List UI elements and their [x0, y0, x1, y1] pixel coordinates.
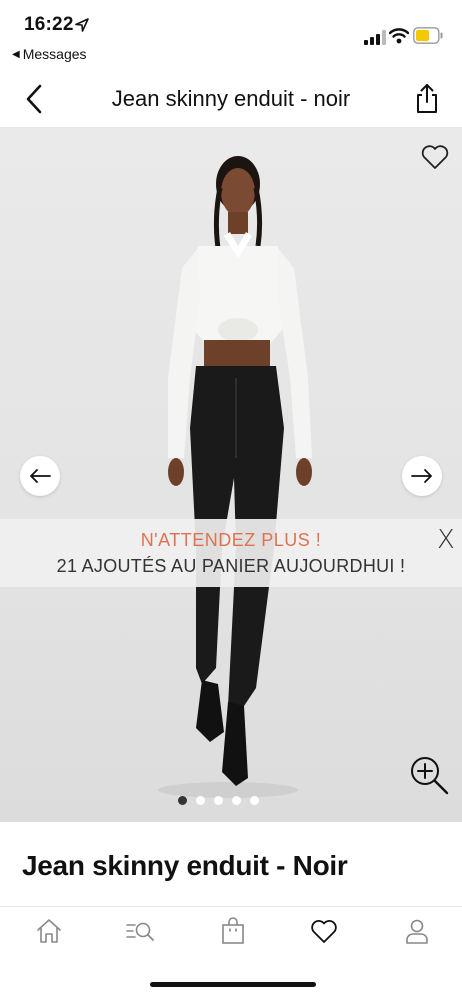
- status-bar: 16:22 ◀ Messages: [0, 0, 462, 70]
- promo-banner: N'ATTENDEZ PLUS ! 21 AJOUTÉS AU PANIER A…: [0, 519, 462, 587]
- favorite-heart-icon[interactable]: [420, 142, 450, 172]
- home-indicator: [150, 982, 316, 987]
- gallery-pagination: [178, 796, 259, 805]
- location-arrow-icon: [75, 18, 89, 32]
- account-icon[interactable]: [403, 917, 431, 945]
- promo-title: N'ATTENDEZ PLUS !: [140, 530, 322, 550]
- previous-image-button[interactable]: [20, 456, 60, 496]
- battery-icon: [413, 27, 443, 44]
- pagination-dot-3[interactable]: [214, 796, 223, 805]
- home-icon[interactable]: [35, 917, 63, 945]
- search-icon[interactable]: [126, 917, 154, 945]
- product-name: Jean skinny enduit - Noir: [22, 850, 348, 881]
- status-time: 16:22: [24, 14, 74, 35]
- back-to-app-link[interactable]: ◀ Messages: [12, 46, 87, 62]
- heart-icon[interactable]: [310, 917, 338, 945]
- arrow-right-icon: [411, 469, 432, 483]
- back-chevron-icon[interactable]: [22, 82, 48, 116]
- wifi-icon: [389, 28, 409, 44]
- promo-subtitle: 21 AJOUTÉS AU PANIER AUJOURDHUI !: [56, 556, 406, 576]
- product-photo: [158, 156, 312, 798]
- product-image-gallery[interactable]: [0, 128, 462, 822]
- pagination-dot-2[interactable]: [196, 796, 205, 805]
- pagination-dot-4[interactable]: [232, 796, 241, 805]
- pagination-dot-5[interactable]: [250, 796, 259, 805]
- back-app-label: Messages: [22, 46, 87, 62]
- zoom-in-icon[interactable]: [408, 754, 450, 796]
- cellular-signal-icon: [364, 30, 386, 45]
- back-triangle-icon: ◀: [12, 48, 20, 60]
- share-icon[interactable]: [414, 82, 440, 114]
- promo-close-button[interactable]: X: [437, 525, 455, 555]
- bag-icon[interactable]: [219, 917, 247, 945]
- arrow-left-icon: [30, 469, 51, 483]
- pagination-dot-1[interactable]: [178, 796, 187, 805]
- next-image-button[interactable]: [402, 456, 442, 496]
- page-title: Jean skinny enduit - noir: [111, 86, 351, 111]
- navigation-bar: Jean skinny enduit - noir: [0, 70, 462, 128]
